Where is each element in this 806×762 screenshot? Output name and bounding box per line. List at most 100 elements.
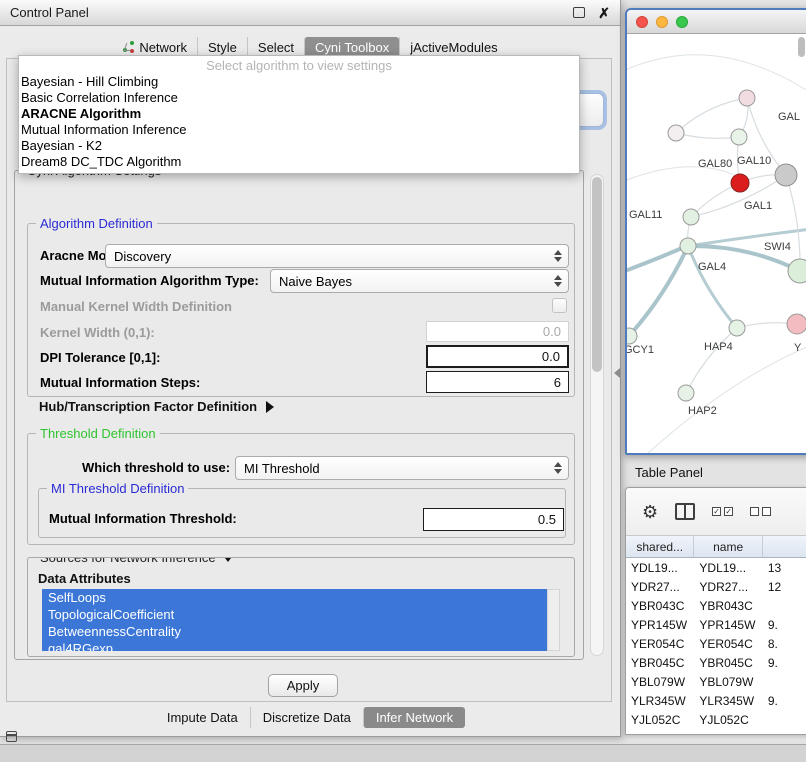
network-node[interactable] (668, 125, 684, 141)
column-header[interactable]: name (694, 536, 762, 557)
empty-box-icon (750, 507, 759, 516)
network-canvas[interactable]: GALGAL80GAL10GAL11GAL1SWI4GAL4GCY1HAP4HA… (627, 34, 806, 453)
column-selector-icon[interactable] (675, 503, 695, 520)
network-edge[interactable] (688, 246, 737, 328)
attribute-item-topologicalcoefficient[interactable]: TopologicalCoefficient (42, 606, 547, 623)
table-cell: YJL052C (694, 713, 762, 727)
attribute-item-selfloops[interactable]: SelfLoops (42, 589, 547, 606)
mi-threshold-label: Mutual Information Threshold: (49, 511, 237, 526)
table-row[interactable]: YER054CYER054C8. (626, 634, 806, 653)
minimized-panel-icon[interactable] (6, 731, 17, 742)
which-threshold-select[interactable]: MI Threshold (235, 456, 569, 480)
network-edge[interactable] (676, 133, 739, 138)
algorithm-option-bayesian-hill-climbing[interactable]: Bayesian - Hill Climbing (19, 74, 579, 90)
apply-button[interactable]: Apply (268, 674, 338, 697)
mi-steps-field[interactable]: 6 (426, 371, 569, 393)
network-node[interactable] (731, 174, 749, 192)
attribute-item-gal4rgexp[interactable]: gal4RGexp (42, 640, 547, 651)
select-all-icon[interactable]: ✓ ✓ (712, 507, 733, 516)
network-node[interactable] (787, 314, 806, 334)
table-cell: YJL052C (626, 713, 694, 727)
node-label: GAL11 (629, 209, 662, 221)
checked-box-icon: ✓ (712, 507, 721, 516)
tab-label: jActiveModules (410, 40, 497, 55)
float-window-icon[interactable] (573, 7, 585, 18)
table-cell: YDR27... (626, 580, 694, 594)
manual-kernel-label: Manual Kernel Width Definition (40, 299, 232, 314)
node-label: GAL80 (698, 158, 732, 170)
network-window-titlebar[interactable] (627, 10, 806, 34)
network-canvas-svg: GALGAL80GAL10GAL11GAL1SWI4GAL4GCY1HAP4HA… (627, 34, 806, 454)
algorithm-definition-group: Algorithm Definition Aracne Mode: Discov… (27, 223, 575, 397)
settings-scrollbar[interactable] (590, 174, 604, 656)
network-node[interactable] (739, 90, 755, 106)
mi-threshold-field[interactable]: 0.5 (423, 508, 564, 531)
network-node[interactable] (729, 320, 745, 336)
network-edge[interactable] (676, 98, 747, 133)
attributes-scrollbar[interactable] (547, 589, 560, 651)
which-threshold-value: MI Threshold (244, 461, 320, 476)
minimize-traffic-light[interactable] (656, 16, 668, 28)
table-cell: YDL19... (694, 561, 762, 575)
table-row[interactable]: YJL052CYJL052C (626, 710, 806, 729)
algorithm-option-mutual-information-inference[interactable]: Mutual Information Inference (19, 122, 579, 138)
data-attributes-list[interactable]: SelfLoopsTopologicalCoefficientBetweenne… (42, 589, 547, 651)
deselect-all-icon[interactable] (750, 507, 771, 516)
algorithm-option-aracne-algorithm[interactable]: ARACNE Algorithm (19, 106, 579, 122)
tab-infer-network[interactable]: Infer Network (363, 707, 465, 728)
control-panel-window: Control Panel ✗ NetworkStyleSelectCyni T… (0, 0, 621, 737)
column-header[interactable] (763, 536, 806, 557)
bottom-tabbar: Impute DataDiscretize DataInfer Network (0, 707, 620, 728)
network-edge[interactable] (786, 175, 800, 271)
control-panel-titlebar[interactable]: Control Panel ✗ (0, 0, 620, 26)
table-row[interactable]: YLR345WYLR345W9. (626, 691, 806, 710)
table-cell: YPR145W (626, 618, 694, 632)
settings-gear-icon[interactable]: ⚙ (642, 503, 658, 521)
hub-definition-toggle[interactable]: Hub/Transcription Factor Definition (39, 399, 274, 414)
network-edge[interactable] (686, 328, 737, 393)
network-node[interactable] (731, 129, 747, 145)
tab-discretize-data[interactable]: Discretize Data (250, 707, 363, 728)
mi-type-select[interactable]: Naive Bayes (270, 269, 569, 293)
stepper-icon (553, 275, 563, 287)
settings-scrollbar-thumb[interactable] (592, 177, 602, 372)
network-scrollbar-thumb[interactable] (798, 37, 805, 57)
table-row[interactable]: YDR27...YDR27...12 (626, 577, 806, 596)
mi-threshold-value: 0.5 (538, 512, 556, 527)
table-row[interactable]: YBR043CYBR043C (626, 596, 806, 615)
algorithm-option-dream8-dc-tdc-algorithm[interactable]: Dream8 DC_TDC Algorithm (19, 154, 579, 170)
table-row[interactable]: YPR145WYPR145W9. (626, 615, 806, 634)
table-row[interactable]: YBL079WYBL079W (626, 672, 806, 691)
network-view-window: GALGAL80GAL10GAL11GAL1SWI4GAL4GCY1HAP4HA… (625, 8, 806, 455)
sources-toggle[interactable]: Sources for Network Inference (36, 557, 238, 565)
algorithm-option-basic-correlation-inference[interactable]: Basic Correlation Inference (19, 90, 579, 106)
table-cell: YDR27... (694, 580, 762, 594)
table-row[interactable]: YBR045CYBR045C9. (626, 653, 806, 672)
empty-box-icon (762, 507, 771, 516)
checked-box-icon: ✓ (724, 507, 733, 516)
network-edge[interactable] (627, 55, 806, 104)
aracne-mode-select[interactable]: Discovery (105, 244, 569, 268)
cyni-algorithm-settings-group: Cyni Algorithm Settings Algorithm Defini… (14, 170, 584, 660)
manual-kernel-checkbox[interactable] (552, 298, 567, 313)
algorithm-option-bayesian-k2[interactable]: Bayesian - K2 (19, 138, 579, 154)
column-header[interactable]: shared... (626, 536, 694, 557)
mi-threshold-definition-group: MI Threshold Definition Mutual Informati… (38, 488, 566, 538)
dpi-tolerance-field[interactable]: 0.0 (426, 345, 569, 368)
tab-label: Style (208, 40, 237, 55)
table-row[interactable]: YDL19...YDL19...13 (626, 558, 806, 577)
attribute-item-betweennesscentrality[interactable]: BetweennessCentrality (42, 623, 547, 640)
node-label: GAL1 (744, 200, 772, 212)
zoom-traffic-light[interactable] (676, 16, 688, 28)
close-traffic-light[interactable] (636, 16, 648, 28)
tab-impute-data[interactable]: Impute Data (155, 707, 250, 728)
table-cell: 12 (763, 580, 806, 594)
close-icon[interactable]: ✗ (598, 6, 610, 20)
network-node[interactable] (775, 164, 797, 186)
network-node[interactable] (683, 209, 699, 225)
network-node[interactable] (680, 238, 696, 254)
network-node[interactable] (788, 259, 806, 283)
kernel-width-field[interactable]: 0.0 (426, 321, 569, 342)
panel-collapse-handle[interactable] (614, 368, 620, 378)
network-node[interactable] (678, 385, 694, 401)
